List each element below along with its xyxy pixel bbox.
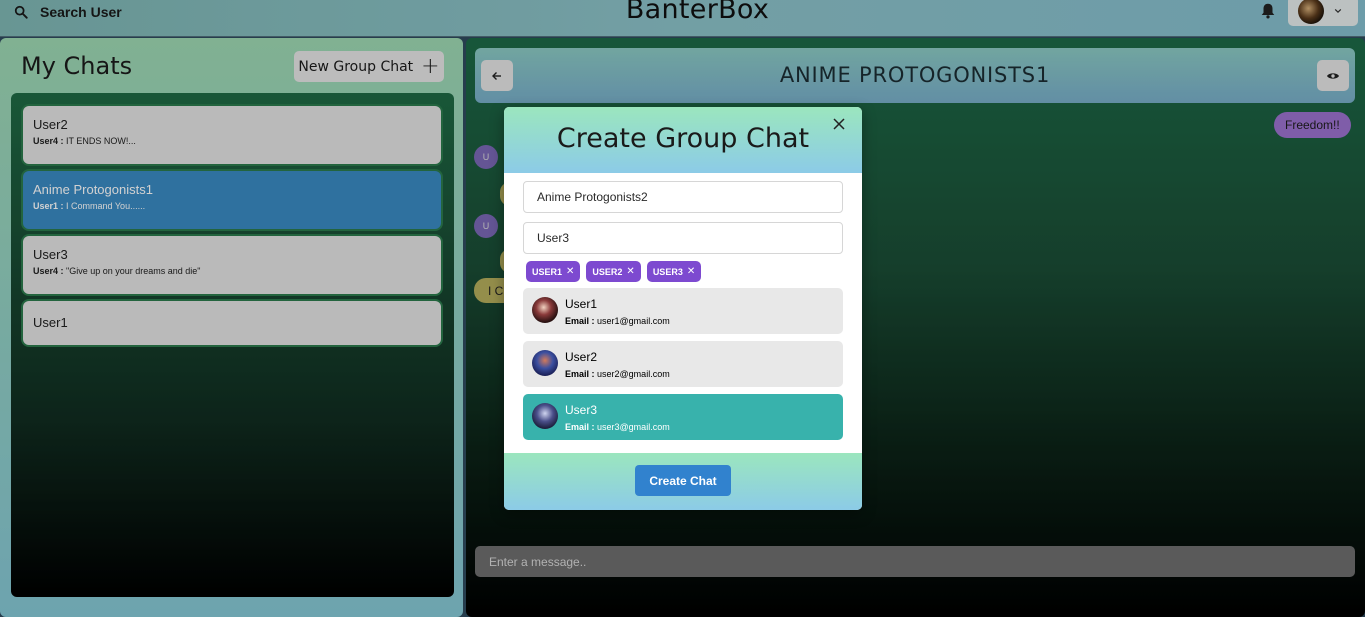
user-email: Email : user1@gmail.com	[565, 316, 670, 326]
user-badge: USER3 ✕	[646, 261, 702, 282]
user-list-item[interactable]: User1 Email : user1@gmail.com	[523, 288, 843, 334]
remove-icon[interactable]: ✕	[687, 266, 695, 277]
user-name: User1	[565, 297, 598, 311]
user-email: Email : user3@gmail.com	[565, 422, 670, 432]
create-chat-button[interactable]: Create Chat	[635, 465, 731, 496]
user-list-item[interactable]: User2 Email : user2@gmail.com	[523, 341, 843, 387]
chat-name-input[interactable]: Anime Protogonists2	[523, 181, 843, 213]
user-badge: USER2 ✕	[586, 261, 641, 282]
user-list-item[interactable]: User3 Email : user3@gmail.com	[523, 394, 843, 440]
user-name: User3	[565, 403, 598, 417]
avatar	[532, 350, 558, 376]
user-badge: USER1 ✕	[526, 261, 581, 282]
remove-icon[interactable]: ✕	[566, 266, 574, 277]
modal-footer: Create Chat	[504, 453, 862, 510]
modal-title: Create Group Chat	[556, 123, 810, 154]
close-icon[interactable]	[832, 117, 846, 131]
user-name: User2	[565, 350, 598, 364]
remove-icon[interactable]: ✕	[626, 266, 634, 277]
user-email: Email : user2@gmail.com	[565, 369, 670, 379]
selected-users: USER1 ✕ USER2 ✕ USER3 ✕	[526, 261, 702, 282]
avatar	[532, 297, 558, 323]
add-users-input[interactable]: User3	[523, 222, 843, 254]
create-group-chat-modal: Create Group Chat Anime Protogonists2 Us…	[504, 107, 862, 510]
modal-header: Create Group Chat	[504, 107, 862, 173]
avatar	[532, 403, 558, 429]
